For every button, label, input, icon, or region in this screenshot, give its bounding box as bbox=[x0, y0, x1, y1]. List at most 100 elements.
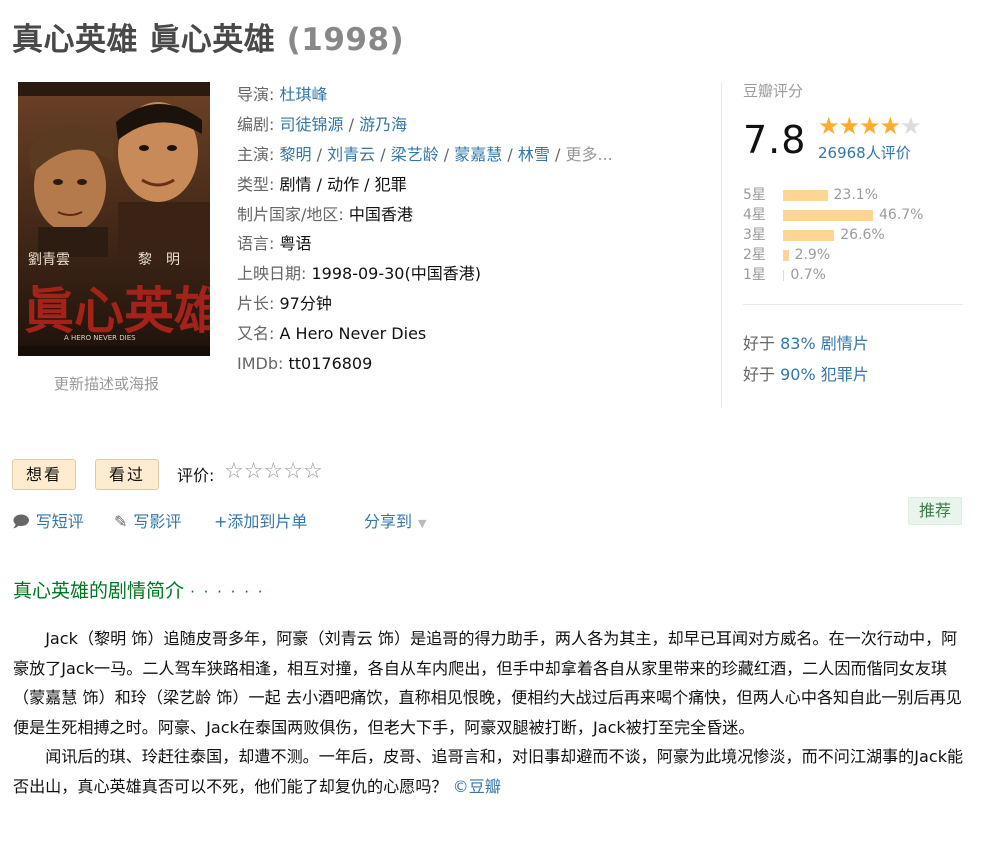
rating-stars: ★★★★★ bbox=[818, 112, 922, 140]
star-icon[interactable]: ☆ bbox=[303, 459, 323, 484]
release-label: 上映日期: bbox=[237, 264, 307, 284]
recommend-button[interactable]: 推荐 bbox=[908, 497, 963, 525]
share-link[interactable]: 分享到 ▼ bbox=[364, 508, 426, 532]
rating-distribution-row: 4星 46.7% bbox=[743, 205, 965, 225]
country-row: 制片国家/地区: 中国香港 bbox=[237, 203, 707, 233]
user-rating-stars[interactable]: ☆☆☆☆☆ bbox=[224, 459, 323, 484]
movie-info: 导演: 杜琪峰 编剧: 司徒锦源 / 游乃海 主演: 黎明 / 刘青云 / 梁艺… bbox=[237, 83, 707, 382]
rating-bar bbox=[783, 270, 785, 281]
cast-link[interactable]: 蒙嘉慧 bbox=[454, 145, 502, 164]
star-icon: ★ bbox=[900, 112, 921, 140]
better-than-link[interactable]: 83% 剧情片 bbox=[780, 334, 869, 353]
rate-label: 评价: bbox=[177, 466, 215, 485]
runtime-label: 片长: bbox=[237, 294, 275, 314]
want-to-watch-button[interactable]: 想看 bbox=[12, 459, 77, 490]
writer-label: 编剧: bbox=[237, 114, 275, 134]
rating-votes-link[interactable]: 26968人评价 bbox=[818, 142, 911, 163]
imdb-label: IMDb: bbox=[237, 354, 284, 374]
cast-row: 主演: 黎明 / 刘青云 / 梁艺龄 / 蒙嘉慧 / 林雪 / 更多... bbox=[237, 144, 613, 164]
star-level-label: 3星 bbox=[743, 227, 766, 243]
release-row: 上映日期: 1998-09-30(中国香港) bbox=[237, 262, 707, 292]
summary-paragraph: Jack（黎明 饰）追随皮哥多年，阿豪（刘青云 饰）是追哥的得力助手，两人各为其… bbox=[13, 629, 962, 737]
cast-link[interactable]: 梁艺龄 bbox=[391, 145, 439, 164]
better-than-row: 好于 83% 剧情片 bbox=[743, 330, 869, 354]
summary-dots: · · · · · · bbox=[190, 583, 265, 601]
rating-distribution-row: 5星 23.1% bbox=[743, 185, 965, 205]
movie-year: (1998) bbox=[286, 22, 405, 58]
short-review-label: 写短评 bbox=[35, 512, 84, 531]
rating-distribution-row: 3星 26.6% bbox=[743, 225, 965, 245]
better-than-prefix: 好于 bbox=[743, 365, 776, 384]
comment-icon: 🗩 bbox=[12, 512, 30, 531]
summary-heading: 真心英雄的剧情简介 · · · · · · bbox=[13, 576, 265, 603]
star-icon: ★ bbox=[859, 112, 880, 140]
poster-image: 劉青雲 黎 明 眞心英雄 A HERO NEVER DIES bbox=[18, 82, 210, 356]
write-short-review-link[interactable]: 🗩 写短评 bbox=[12, 508, 84, 538]
rating-percent: 2.9% bbox=[794, 247, 831, 263]
director-link[interactable]: 杜琪峰 bbox=[280, 85, 328, 104]
review-label: 写影评 bbox=[133, 512, 182, 531]
rating-distribution-row: 1星 0.7% bbox=[743, 265, 965, 285]
summary-paragraph: 闻讯后的琪、玲赶往泰国，却遭不测。一年后，皮哥、追哥言和，对旧事却避而不谈，阿豪… bbox=[13, 742, 973, 801]
country-value: 中国香港 bbox=[348, 204, 413, 224]
svg-text:A HERO NEVER DIES: A HERO NEVER DIES bbox=[64, 334, 136, 342]
genre-row: 类型: 剧情 / 动作 / 犯罪 bbox=[237, 173, 707, 203]
rating-label: 豆瓣评分 bbox=[743, 82, 804, 100]
imdb-row: IMDb: tt0176809 bbox=[237, 352, 707, 382]
rating-percent: 26.6% bbox=[840, 227, 885, 243]
star-icon[interactable]: ☆ bbox=[224, 459, 244, 484]
summary-title: 真心英雄的剧情简介 bbox=[13, 580, 185, 602]
star-level-label: 4星 bbox=[743, 207, 766, 223]
rating-percent: 0.7% bbox=[790, 267, 826, 283]
movie-poster[interactable]: 劉青雲 黎 明 眞心英雄 A HERO NEVER DIES bbox=[18, 82, 210, 356]
divider bbox=[721, 82, 722, 408]
add-to-list-link[interactable]: +添加到片单 bbox=[214, 508, 307, 532]
star-icon: ★ bbox=[838, 112, 860, 140]
imdb-value: tt0176809 bbox=[288, 354, 373, 374]
star-level-label: 2星 bbox=[743, 247, 766, 263]
movie-title: 真心英雄 眞心英雄 (1998) bbox=[12, 14, 404, 59]
write-review-link[interactable]: ✎ 写影评 bbox=[114, 508, 181, 532]
source-link[interactable]: ©豆瓣 bbox=[453, 777, 501, 796]
cast-link[interactable]: 刘青云 bbox=[327, 145, 375, 164]
rating-bar bbox=[783, 190, 828, 201]
watched-button[interactable]: 看过 bbox=[95, 459, 160, 490]
rating-bar bbox=[783, 250, 789, 261]
language-row: 语言: 粤语 bbox=[237, 232, 707, 262]
plot-summary: Jack（黎明 饰）追随皮哥多年，阿豪（刘青云 饰）是追哥的得力助手，两人各为其… bbox=[13, 624, 973, 801]
caret-down-icon: ▼ bbox=[418, 517, 427, 530]
language-value: 粤语 bbox=[279, 234, 312, 254]
pencil-icon: ✎ bbox=[114, 512, 128, 531]
genre-value: 剧情 / 动作 / 犯罪 bbox=[279, 174, 407, 194]
cast-label: 主演: bbox=[237, 144, 275, 164]
release-value: 1998-09-30(中国香港) bbox=[311, 264, 481, 284]
rating-score: 7.8 bbox=[743, 118, 807, 162]
star-level-label: 5星 bbox=[743, 187, 766, 203]
star-icon[interactable]: ☆ bbox=[283, 459, 303, 484]
writer-link[interactable]: 司徒锦源 bbox=[280, 115, 344, 134]
cast-link[interactable]: 林雪 bbox=[518, 145, 550, 164]
genre-label: 类型: bbox=[237, 174, 275, 194]
svg-text:黎 明: 黎 明 bbox=[138, 252, 180, 268]
aka-row: 又名: A Hero Never Dies bbox=[237, 322, 707, 352]
runtime-row: 片长: 97分钟 bbox=[237, 292, 707, 322]
director-label: 导演: bbox=[237, 85, 275, 104]
rating-distribution-row: 2星 2.9% bbox=[743, 245, 965, 265]
star-icon[interactable]: ☆ bbox=[244, 459, 264, 484]
star-icon[interactable]: ☆ bbox=[263, 459, 283, 484]
rating-percent: 23.1% bbox=[833, 187, 878, 203]
writer-link[interactable]: 游乃海 bbox=[359, 115, 407, 134]
better-than-prefix: 好于 bbox=[743, 334, 776, 353]
star-icon: ★ bbox=[818, 112, 839, 140]
writer-row: 编剧: 司徒锦源 / 游乃海 bbox=[237, 114, 408, 134]
cast-more-link[interactable]: 更多... bbox=[565, 145, 612, 164]
country-label: 制片国家/地区: bbox=[237, 204, 344, 224]
cast-link[interactable]: 黎明 bbox=[280, 145, 312, 164]
update-poster-link[interactable]: 更新描述或海报 bbox=[54, 373, 159, 394]
better-than-link[interactable]: 90% 犯罪片 bbox=[780, 365, 869, 384]
aka-label: 又名: bbox=[237, 324, 275, 344]
rating-percent: 46.7% bbox=[879, 207, 924, 223]
rating-panel: 豆瓣评分 7.8 ★★★★★ 26968人评价 5星 23.1% 4星 46.7% 3星… bbox=[743, 80, 965, 384]
svg-text:眞心英雄: 眞心英雄 bbox=[24, 282, 210, 340]
share-label: 分享到 bbox=[364, 512, 413, 531]
